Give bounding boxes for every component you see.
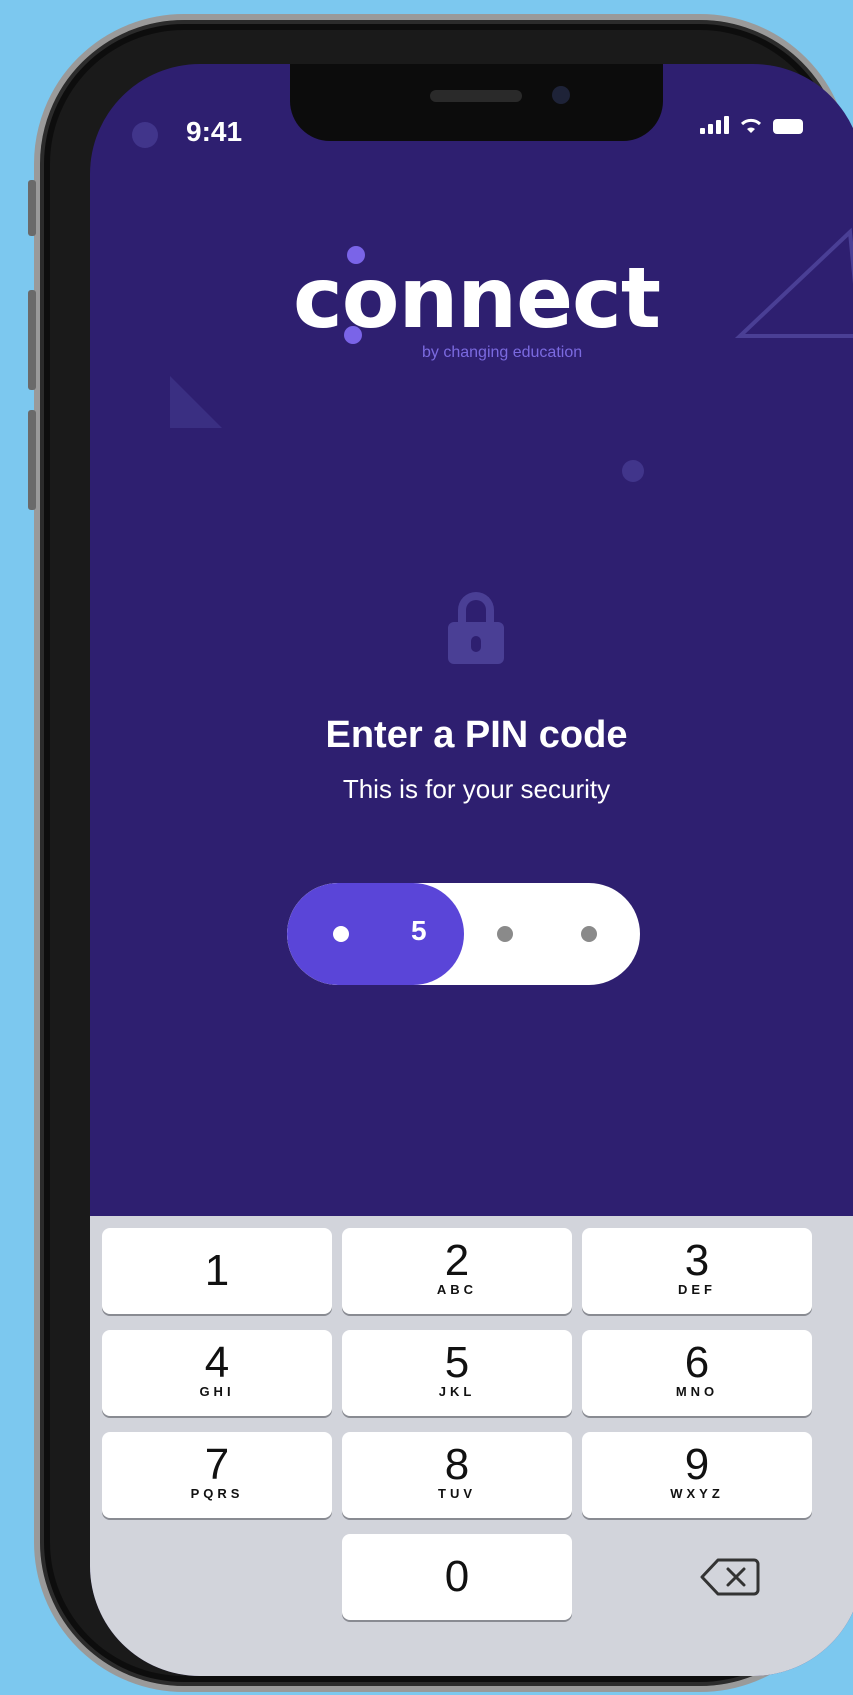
pin-subtitle: This is for your security [342,774,611,804]
status-time: 9:41 [186,116,243,147]
decorative-triangle [170,376,222,428]
silent-switch [28,180,36,236]
backspace-icon [700,1558,760,1596]
pin-dot-filled [333,926,349,942]
battery-icon [773,119,803,134]
pin-input[interactable]: 5 [287,883,640,985]
key-8[interactable]: 8 TUV [342,1432,572,1518]
lock-icon [448,592,504,664]
logo-node-icon [347,246,365,264]
key-0[interactable]: 0 [342,1534,572,1620]
numeric-keypad: 1 2 ABC 3 DEF 4 GHI 5 JKL 6 MNO 7 PQRS 8… [90,1216,853,1676]
key-5[interactable]: 5 JKL [342,1330,572,1416]
key-7[interactable]: 7 PQRS [102,1432,332,1518]
screen: 9:41 connect by changing education Enter… [90,64,853,1676]
decorative-circle [132,122,158,148]
volume-up-button [28,290,36,390]
key-4[interactable]: 4 GHI [102,1330,332,1416]
logo-tagline: by changing education [422,344,583,361]
phone-frame: 9:41 connect by changing education Enter… [28,14,853,1692]
decorative-circle [622,460,644,482]
key-6[interactable]: 6 MNO [582,1330,812,1416]
key-2[interactable]: 2 ABC [342,1228,572,1314]
key-1[interactable]: 1 [102,1228,332,1314]
key-9[interactable]: 9 WXYZ [582,1432,812,1518]
key-3[interactable]: 3 DEF [582,1228,812,1314]
notch [290,64,663,141]
signal-icon [700,116,729,134]
pin-progress-fill [287,883,464,985]
logo: connect [90,249,853,347]
wifi-icon [740,118,762,133]
camera [552,86,570,104]
speaker [430,90,522,102]
pin-dot-empty [581,926,597,942]
delete-button[interactable] [698,1554,762,1600]
status-icons [700,116,803,134]
pin-digit: 5 [411,915,427,946]
logo-node-icon [344,326,362,344]
pin-title: Enter a PIN code [325,714,628,756]
volume-down-button [28,410,36,510]
pin-dot-empty [497,926,513,942]
